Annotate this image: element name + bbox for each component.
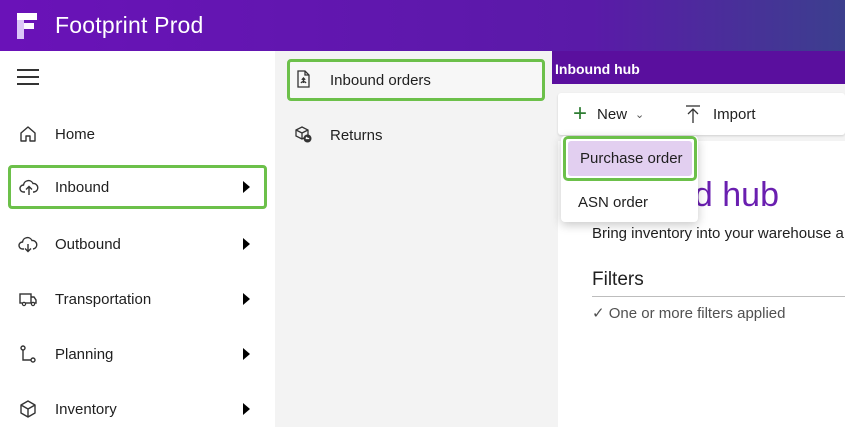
caret-right-icon [243, 403, 250, 415]
caret-right-icon [243, 293, 250, 305]
menu-item-label: ASN order [578, 193, 649, 211]
plus-icon: + [573, 100, 588, 127]
caret-right-icon [243, 181, 250, 193]
left-navigation: Home Inbound Outbound Transportation Pla… [0, 51, 275, 427]
nav-item-home[interactable]: Home [0, 112, 275, 156]
subnav-item-returns[interactable]: Returns [287, 114, 545, 156]
filters-divider [592, 296, 845, 297]
menu-item-purchase-order[interactable]: Purchase order [563, 136, 697, 181]
nav-item-transportation[interactable]: Transportation [0, 277, 275, 321]
inbound-orders-icon [293, 69, 315, 91]
subnav-item-label: Returns [330, 126, 383, 144]
nav-item-label: Transportation [55, 290, 152, 308]
box-icon [17, 398, 39, 420]
app-title: Footprint Prod [55, 12, 204, 38]
nav-item-inbound[interactable]: Inbound [8, 165, 267, 209]
new-button-label: New [597, 105, 628, 123]
inbound-icon [18, 176, 40, 198]
inbound-submenu: Inbound orders Returns [275, 51, 552, 427]
inbound-hub-content: Inbound hub + New ⌄ Import nd hub Bring … [552, 51, 845, 427]
page-description: Bring inventory into your warehouse a [592, 225, 844, 242]
subnav-item-inbound-orders[interactable]: Inbound orders [287, 59, 545, 101]
new-button[interactable]: + New ⌄ [573, 93, 644, 135]
chevron-down-icon: ⌄ [635, 108, 645, 121]
app-header: Footprint Prod [0, 0, 845, 51]
outbound-icon [17, 233, 39, 255]
caret-right-icon [243, 348, 250, 360]
menu-item-asn-order[interactable]: ASN order [561, 182, 698, 222]
nav-item-label: Inventory [55, 400, 117, 418]
returns-icon [293, 124, 315, 146]
page-header: Inbound hub [552, 51, 845, 84]
nav-item-label: Home [55, 125, 96, 143]
filters-heading: Filters [592, 269, 644, 290]
toolbar: + New ⌄ Import [558, 93, 845, 135]
import-button[interactable]: Import [685, 93, 756, 135]
upload-icon [685, 104, 701, 124]
nav-item-label: Planning [55, 345, 114, 363]
import-button-label: Import [713, 105, 756, 123]
new-dropdown-menu: Purchase order ASN order [561, 136, 698, 222]
menu-item-label: Purchase order [580, 150, 683, 167]
caret-right-icon [243, 238, 250, 250]
home-icon [17, 123, 39, 145]
nav-item-planning[interactable]: Planning [0, 332, 275, 376]
nav-item-label: Outbound [55, 235, 121, 253]
nav-item-label: Inbound [55, 178, 110, 196]
filters-status[interactable]: ✓ One or more filters applied [592, 304, 785, 322]
footprint-logo-icon[interactable] [14, 11, 40, 41]
planning-icon [17, 343, 39, 365]
subnav-item-label: Inbound orders [330, 71, 431, 89]
nav-item-outbound[interactable]: Outbound [0, 222, 275, 266]
hamburger-icon[interactable] [17, 69, 39, 85]
truck-icon [17, 288, 39, 310]
nav-item-inventory[interactable]: Inventory [0, 387, 275, 427]
